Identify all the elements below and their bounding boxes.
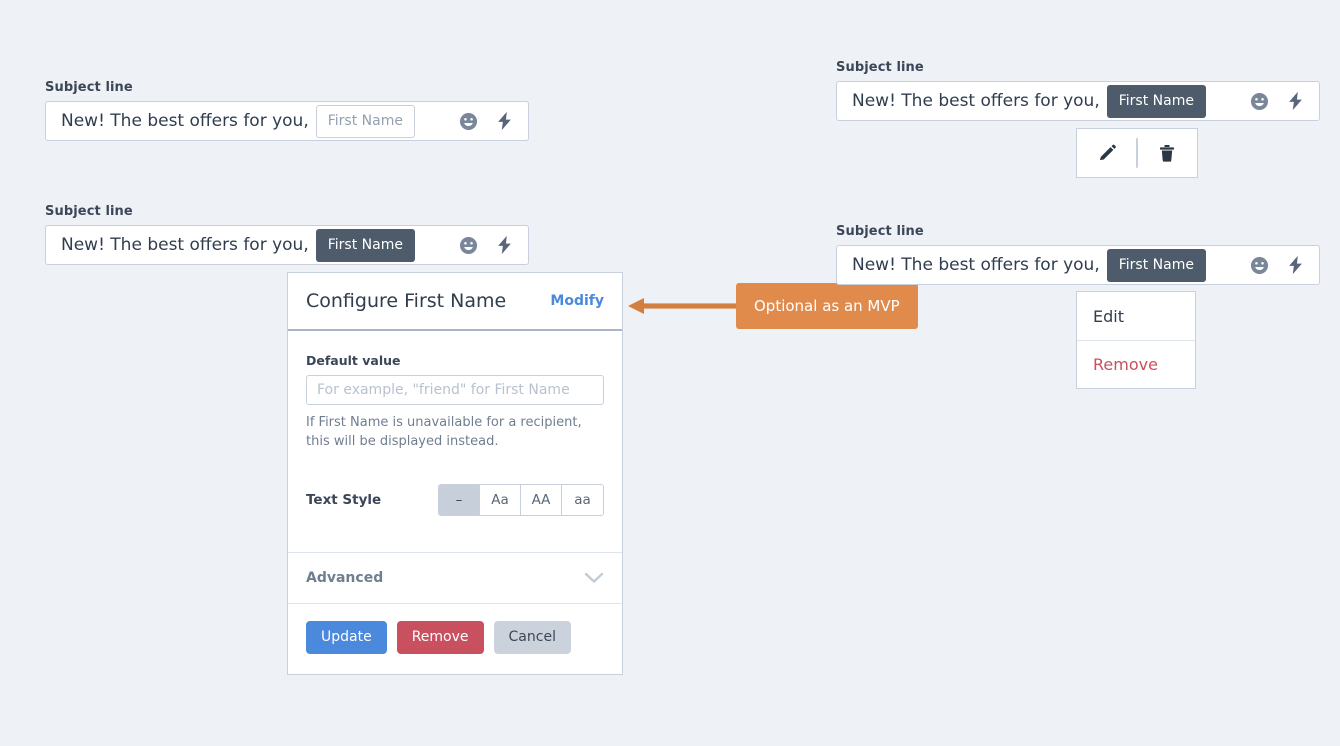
remove-button[interactable]: Remove <box>396 620 484 654</box>
text-style-option-none[interactable]: – <box>439 484 480 515</box>
modify-link[interactable]: Modify <box>550 293 604 309</box>
text-style-row: Text Style – Aa AA aa <box>306 483 604 516</box>
merge-tag-icon-toolbar <box>1076 128 1198 178</box>
delete-merge-tag-button[interactable] <box>1138 143 1197 164</box>
subject-line-icons <box>459 235 514 255</box>
update-button[interactable]: Update <box>306 620 387 654</box>
subject-line-icons <box>459 111 514 131</box>
subject-line-label: Subject line <box>45 80 133 95</box>
merge-tag-chip-first-name[interactable]: First Name <box>1106 248 1206 282</box>
subject-line-label: Subject line <box>836 60 924 75</box>
text-style-option-capitalize[interactable]: Aa <box>480 484 521 515</box>
advanced-section-toggle[interactable]: Advanced <box>288 551 622 604</box>
subject-line-text: New! The best offers for you, <box>852 91 1100 111</box>
chevron-down-icon <box>584 572 604 584</box>
annotation-callout: Optional as an MVP <box>736 283 918 329</box>
emoji-icon[interactable] <box>1250 92 1269 111</box>
subject-line-input[interactable]: New! The best offers for you, First Name <box>836 81 1320 121</box>
personalization-bolt-icon[interactable] <box>1286 255 1305 275</box>
merge-tag-context-menu: Edit Remove <box>1076 291 1196 389</box>
personalization-bolt-icon[interactable] <box>1286 91 1305 111</box>
merge-tag-chip-first-name[interactable]: First Name <box>1106 84 1206 118</box>
personalization-bolt-icon[interactable] <box>495 235 514 255</box>
subject-line-label: Subject line <box>836 224 924 239</box>
page-title: Configure First Name <box>306 290 507 312</box>
subject-line-block-top-right: Subject line New! The best offers for yo… <box>836 60 1320 121</box>
annotation-arrow <box>628 292 740 324</box>
configure-merge-tag-panel: Configure First Name Modify Default valu… <box>287 272 623 675</box>
subject-line-text: New! The best offers for you, <box>852 255 1100 275</box>
subject-line-input[interactable]: New! The best offers for you, First Name <box>45 101 529 141</box>
edit-merge-tag-button[interactable] <box>1077 143 1136 163</box>
subject-line-text: New! The best offers for you, <box>61 235 309 255</box>
default-value-help-text: If First Name is unavailable for a recip… <box>306 415 582 449</box>
context-menu-item-remove[interactable]: Remove <box>1077 340 1195 388</box>
text-style-option-uppercase[interactable]: AA <box>521 484 562 515</box>
text-style-label: Text Style <box>306 491 382 508</box>
panel-header: Configure First Name Modify <box>288 273 622 331</box>
text-style-segmented-control: – Aa AA aa <box>438 483 604 516</box>
context-menu-item-edit[interactable]: Edit <box>1077 292 1195 340</box>
panel-footer: Update Remove Cancel <box>288 604 622 674</box>
subject-line-icons <box>1250 91 1305 111</box>
default-value-label: Default value <box>306 353 401 368</box>
pencil-icon <box>1097 143 1117 163</box>
advanced-label: Advanced <box>306 569 384 586</box>
subject-line-block-top-left: Subject line New! The best offers for yo… <box>45 80 529 141</box>
subject-line-icons <box>1250 255 1305 275</box>
emoji-icon[interactable] <box>459 236 478 255</box>
subject-line-text: New! The best offers for you, <box>61 111 309 131</box>
default-value-input[interactable] <box>306 375 604 405</box>
personalization-bolt-icon[interactable] <box>495 111 514 131</box>
subject-line-label: Subject line <box>45 204 133 219</box>
cancel-button[interactable]: Cancel <box>493 620 571 654</box>
emoji-icon[interactable] <box>459 112 478 131</box>
merge-tag-chip-first-name[interactable]: First Name <box>315 104 415 138</box>
subject-line-block-mid-left: Subject line New! The best offers for yo… <box>45 204 529 265</box>
subject-line-input[interactable]: New! The best offers for you, First Name <box>45 225 529 265</box>
text-style-option-lowercase[interactable]: aa <box>562 484 603 515</box>
merge-tag-chip-first-name[interactable]: First Name <box>315 228 415 262</box>
panel-body: Default value If First Name is unavailab… <box>288 331 622 552</box>
trash-icon <box>1157 143 1177 164</box>
subject-line-input[interactable]: New! The best offers for you, First Name <box>836 245 1320 285</box>
subject-line-block-bottom-right: Subject line New! The best offers for yo… <box>836 224 1320 285</box>
emoji-icon[interactable] <box>1250 256 1269 275</box>
